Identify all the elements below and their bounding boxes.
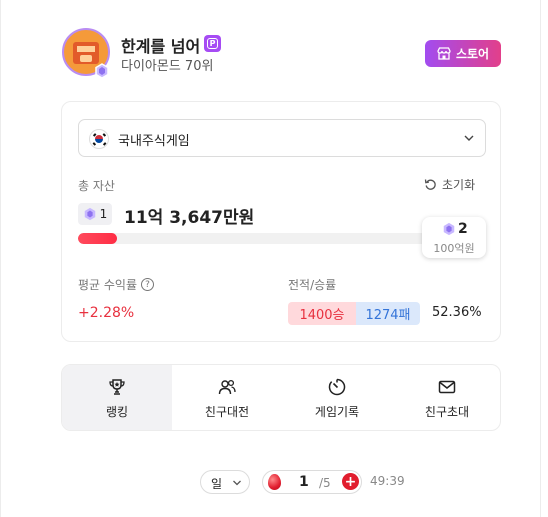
flag-trigram <box>102 142 107 146</box>
wins-badge: 1400승 <box>288 302 356 325</box>
current-rank-number: 1 <box>99 207 108 221</box>
mail-icon <box>438 380 456 394</box>
next-rank-number: 2 <box>458 221 468 237</box>
reset-label: 초기화 <box>442 178 476 192</box>
total-assets-label: 총 자산 <box>78 179 115 193</box>
menu-friend-battle[interactable]: 친구대전 <box>172 365 282 430</box>
chevron-down-icon <box>464 135 474 141</box>
premium-badge-icon: P <box>204 35 221 52</box>
tier-progress-bar <box>78 233 433 244</box>
losses-badge: 1274패 <box>356 302 420 325</box>
win-rate: 52.36% <box>432 305 482 320</box>
menu-ranking[interactable]: 랭킹 <box>62 365 172 430</box>
menu-friend-battle-label: 친구대전 <box>204 405 250 419</box>
diamond-tier-icon <box>84 207 95 221</box>
flag-trigram <box>92 142 97 146</box>
menu-game-history-label: 게임기록 <box>314 405 360 419</box>
add-play-button[interactable]: + <box>342 473 359 490</box>
menu-invite-friend-label: 친구초대 <box>424 405 470 419</box>
next-tier-tooltip: 2 100억원 <box>422 217 486 258</box>
diamond-tier-icon <box>95 63 109 79</box>
premium-badge-letter: P <box>207 38 218 49</box>
avatar-art-detail <box>77 46 95 52</box>
menu-invite-friend[interactable]: 친구초대 <box>392 365 500 430</box>
friends-icon <box>218 379 236 395</box>
asset-card: 국내주식게임 총 자산 초기화 1 11억 3,647만원 2 100억원 평균… <box>61 101 501 342</box>
next-tier-threshold: 100억원 <box>433 242 475 255</box>
store-label: 스토어 <box>455 47 490 61</box>
total-asset-value: 11억 3,647만원 <box>124 208 255 228</box>
period-select-value: 일 <box>211 477 223 491</box>
current-rank-chip: 1 <box>78 203 112 225</box>
tier-rank: 다이아몬드 70위 <box>121 59 214 74</box>
store-icon <box>437 47 451 60</box>
next-tier-rank: 2 <box>442 221 468 237</box>
chevron-down-icon <box>233 480 241 486</box>
flag-trigram <box>102 133 107 137</box>
reset-icon <box>424 179 436 190</box>
play-counter: 1 /5 + <box>262 470 362 494</box>
play-count: 1 <box>299 474 309 490</box>
reset-button[interactable]: 초기화 <box>424 176 475 193</box>
game-select[interactable]: 국내주식게임 <box>78 119 486 157</box>
menu-ranking-label: 랭킹 <box>105 405 129 419</box>
avg-yield-label-text: 평균 수익률 <box>78 278 138 292</box>
avg-yield-value: +2.28% <box>78 305 135 321</box>
nickname: 한계를 넘어 <box>121 37 201 56</box>
menu-game-history[interactable]: 게임기록 <box>282 365 392 430</box>
timer-icon <box>328 378 346 396</box>
store-button[interactable]: 스토어 <box>425 40 501 67</box>
avg-yield-label: 평균 수익률 ? <box>78 276 155 293</box>
tier-progress-fill <box>78 233 118 244</box>
game-select-value: 국내주식게임 <box>118 134 190 149</box>
record-label: 전적/승률 <box>288 278 337 292</box>
refill-timer: 49:39 <box>370 474 405 488</box>
bottom-menu: 랭킹 친구대전 게임기록 친구초대 <box>61 364 501 431</box>
help-icon[interactable]: ? <box>141 278 155 291</box>
play-count-max: /5 <box>319 476 331 490</box>
trophy-icon <box>109 379 125 395</box>
avatar-art-detail-2 <box>80 55 92 62</box>
period-select[interactable]: 일 <box>200 470 250 494</box>
egg-icon <box>268 474 281 490</box>
flag-taegeuk <box>95 135 103 143</box>
diamond-tier-icon <box>443 222 455 236</box>
korea-flag-icon <box>89 129 109 149</box>
